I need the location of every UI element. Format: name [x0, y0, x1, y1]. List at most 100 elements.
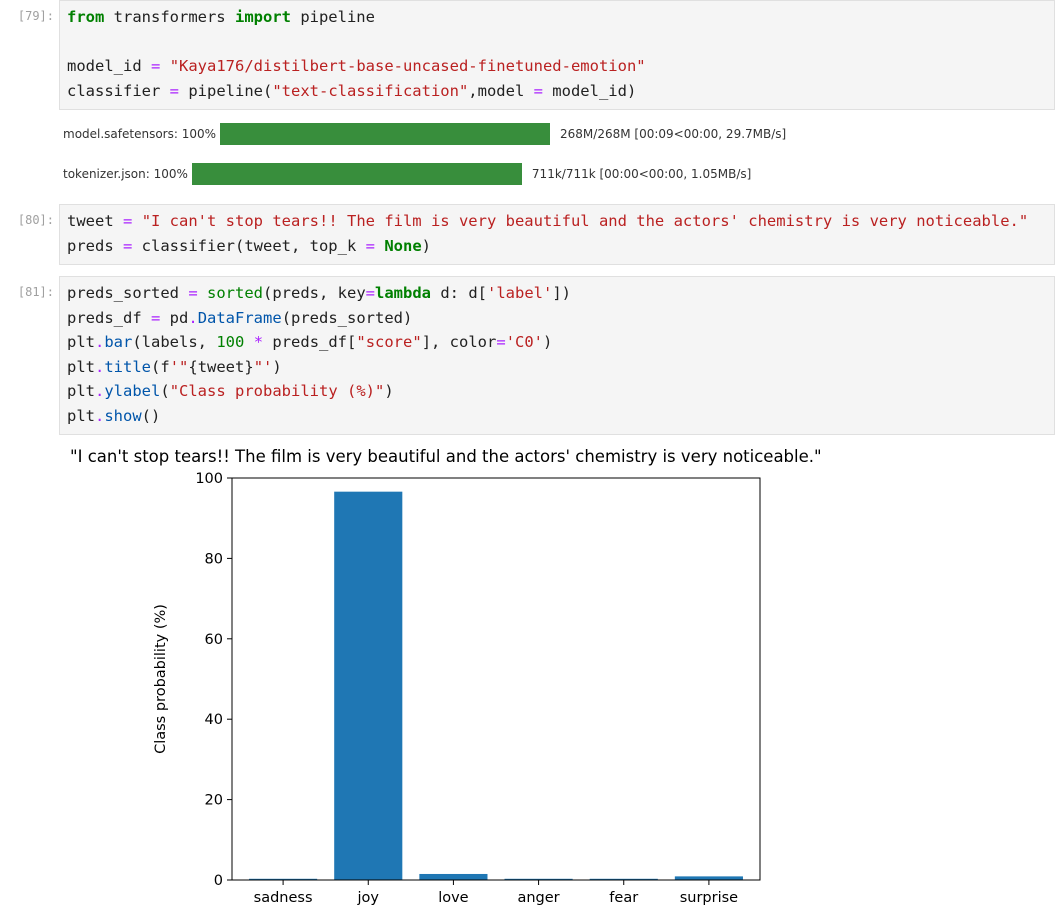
bar-chart: sadness joy love anger fear surprise 0 20 40 60 80…	[153, 471, 761, 906]
code-token: ()	[141, 406, 161, 425]
code-token: preds_df[	[263, 333, 357, 351]
code-token: (labels,	[132, 333, 217, 351]
code-token: 'label'	[487, 284, 553, 302]
y-tick-label: 0	[214, 873, 223, 889]
code-token: pd	[160, 308, 189, 327]
code-token: =	[188, 284, 198, 302]
code-line: plt.title(f'"{tweet}"')	[67, 355, 1054, 380]
code-editor[interactable]: tweet = "I can't stop tears!! The film i…	[59, 204, 1055, 265]
code-token: sorted	[207, 284, 264, 302]
code-token: "Class probability (%)"	[169, 382, 385, 400]
code-token: ylabel	[104, 382, 161, 400]
code-token: classifier(tweet, top_k	[132, 236, 366, 255]
code-token: plt	[67, 357, 95, 376]
x-tick-label: surprise	[680, 890, 738, 906]
x-tick-label: joy	[357, 890, 380, 906]
code-token: plt	[67, 406, 95, 425]
cell-prompt: [79]:	[17, 9, 54, 23]
code-line: preds = classifier(tweet, top_k = None)	[67, 234, 1054, 259]
x-tick-label: love	[438, 890, 468, 906]
code-token: )	[543, 333, 553, 351]
code-token: (	[160, 382, 170, 400]
code-token: (f	[151, 357, 170, 376]
code-token: transformers	[104, 8, 235, 26]
code-editor[interactable]: preds_sorted = sorted(preds, key=lambda …	[59, 276, 1055, 435]
code-token: =	[496, 333, 506, 351]
code-token: classifier	[67, 81, 170, 100]
code-token: =	[151, 308, 161, 327]
code-token: '"	[169, 357, 189, 376]
code-token: show	[104, 406, 142, 425]
y-tick-label: 40	[205, 712, 223, 728]
chart-title: "I can't stop tears!! The film is very b…	[70, 447, 822, 466]
code-token: .	[95, 333, 105, 351]
progress-label: model.safetensors: 100%	[63, 127, 217, 141]
code-token: "'	[253, 357, 273, 376]
y-tick-label: 80	[205, 551, 223, 567]
progress-bar	[191, 163, 522, 185]
code-token: *	[253, 333, 264, 351]
download-progress-model: model.safetensors: 100% 268M/268M [00:09…	[63, 122, 786, 146]
code-cell-80[interactable]: [80]: tweet = "I can't stop tears!! The …	[0, 204, 1055, 265]
y-tick-label: 100	[195, 471, 223, 487]
code-token: .	[95, 382, 105, 400]
code-line: preds_df = pd.DataFrame(preds_sorted)	[67, 306, 1054, 331]
code-token: =	[533, 81, 543, 100]
progress-stats: 268M/268M [00:09<00:00, 29.7MB/s]	[560, 127, 787, 141]
code-token: )	[421, 236, 431, 255]
code-token: .	[95, 406, 105, 425]
code-token: tweet	[67, 212, 123, 230]
code-token: .	[95, 357, 105, 376]
progress-bar-fill	[220, 123, 551, 145]
x-tick-label: sadness	[254, 890, 313, 906]
code-token: 'C0'	[505, 333, 544, 351]
y-tick-label: 60	[205, 632, 223, 648]
code-token: "score"	[356, 333, 422, 351]
code-cell-79[interactable]: [79]: from transformers import pipeline …	[0, 0, 1055, 110]
x-tick-label: anger	[517, 890, 559, 906]
code-token: model_id	[67, 57, 151, 75]
code-token: =	[169, 81, 179, 100]
code-token: 100	[216, 333, 245, 351]
code-token: (preds_sorted)	[281, 308, 413, 327]
code-token: title	[104, 357, 152, 376]
code-editor[interactable]: from transformers import pipeline model_…	[59, 0, 1055, 110]
code-token: "text-classification"	[272, 81, 469, 100]
code-line: plt.ylabel("Class probability (%)")	[67, 379, 1054, 404]
code-line: preds_sorted = sorted(preds, key=lambda …	[67, 281, 1054, 306]
code-cell-81[interactable]: [81]: preds_sorted = sorted(preds, key=l…	[0, 276, 1055, 435]
code-token: None	[384, 236, 422, 255]
code-token: preds	[67, 236, 123, 255]
x-tick-label: fear	[609, 890, 638, 906]
code-token: )	[384, 382, 394, 400]
axes-frame	[231, 477, 761, 881]
code-token: preds_sorted	[67, 284, 189, 302]
code-token: =	[365, 236, 375, 255]
code-token: import	[234, 8, 291, 26]
code-token: =	[123, 212, 133, 230]
code-token: plt	[67, 333, 95, 351]
code-token: pipeline	[290, 8, 375, 26]
code-line: classifier = pipeline("text-classificati…	[67, 79, 1054, 104]
cell-prompt: [80]:	[17, 213, 54, 227]
code-token: {tweet}	[188, 357, 254, 376]
code-token: DataFrame	[197, 308, 282, 327]
code-token: preds_df	[67, 308, 151, 327]
code-token: =	[365, 284, 376, 302]
y-axis-label: Class probability (%)	[153, 604, 169, 754]
bar-joy	[334, 491, 403, 880]
y-tick-label: 20	[205, 793, 223, 809]
code-token: from	[67, 8, 105, 26]
code-token: "I can't stop tears!! The film is very b…	[141, 212, 1029, 230]
cell-prompt: [81]:	[17, 285, 54, 299]
code-token: d: d[	[431, 284, 488, 302]
code-token: (preds, key	[263, 284, 366, 302]
progress-stats: 711k/711k [00:00<00:00, 1.05MB/s]	[531, 167, 752, 181]
code-line: plt.bar(labels, 100 * preds_df["score"],…	[67, 330, 1054, 355]
